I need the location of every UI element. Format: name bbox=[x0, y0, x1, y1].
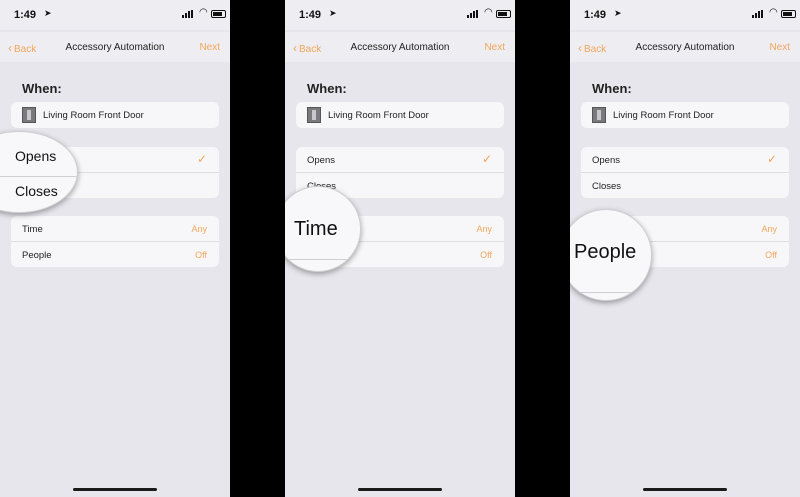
home-indicator bbox=[73, 488, 157, 491]
nav-title: Accessory Automation bbox=[65, 42, 165, 53]
location-icon: ➤ bbox=[44, 8, 52, 18]
phone-screen-1: 1:49 ➤ ◠ ‹ Back Accessory Automation Next… bbox=[0, 0, 230, 497]
status-bar: 1:49 ➤ ◠ bbox=[570, 0, 800, 30]
signal-icon bbox=[467, 10, 481, 18]
checkmark-icon: ✓ bbox=[766, 152, 777, 166]
device-name: Living Room Front Door bbox=[328, 110, 429, 121]
magnifier-callout: Time bbox=[285, 186, 361, 272]
status-bar: 1:49 ➤ ◠ bbox=[285, 0, 515, 30]
event-opens[interactable]: Opens ✓ bbox=[581, 147, 789, 172]
nav-bar: ‹ Back Accessory Automation Next bbox=[285, 32, 515, 62]
battery-icon bbox=[496, 10, 511, 18]
nav-bar: ‹ Back Accessory Automation Next bbox=[570, 32, 800, 62]
event-opens[interactable]: Opens ✓ bbox=[296, 147, 504, 172]
status-time: 1:49 bbox=[299, 9, 322, 21]
when-heading: When: bbox=[307, 81, 347, 96]
home-indicator bbox=[643, 488, 727, 491]
signal-icon bbox=[182, 10, 196, 18]
magnifier-callout: Opens Closes bbox=[0, 131, 78, 213]
location-icon: ➤ bbox=[614, 8, 622, 18]
device-name: Living Room Front Door bbox=[43, 110, 144, 121]
door-icon bbox=[22, 107, 36, 123]
wifi-icon: ◠ bbox=[199, 7, 208, 18]
phone-screen-3: 1:49 ➤ ◠ ‹ Back Accessory Automation Next… bbox=[570, 0, 800, 497]
event-closes[interactable]: Closes bbox=[581, 172, 789, 198]
events-list: Opens ✓ Closes bbox=[581, 147, 789, 198]
condition-time[interactable]: Time Any bbox=[11, 216, 219, 241]
next-button[interactable]: Next bbox=[769, 42, 790, 53]
condition-people[interactable]: People Off bbox=[11, 241, 219, 267]
door-icon bbox=[307, 107, 321, 123]
status-bar: 1:49 ➤ ◠ bbox=[0, 0, 230, 30]
wifi-icon: ◠ bbox=[769, 7, 778, 18]
location-icon: ➤ bbox=[329, 8, 337, 18]
nav-bar: ‹ Back Accessory Automation Next bbox=[0, 32, 230, 62]
wifi-icon: ◠ bbox=[484, 7, 493, 18]
next-button[interactable]: Next bbox=[199, 42, 220, 53]
next-button[interactable]: Next bbox=[484, 42, 505, 53]
when-heading: When: bbox=[22, 81, 62, 96]
status-time: 1:49 bbox=[584, 9, 607, 21]
device-row[interactable]: Living Room Front Door bbox=[11, 102, 219, 128]
home-indicator bbox=[358, 488, 442, 491]
device-row[interactable]: Living Room Front Door bbox=[581, 102, 789, 128]
battery-icon bbox=[781, 10, 796, 18]
door-icon bbox=[592, 107, 606, 123]
nav-title: Accessory Automation bbox=[350, 42, 450, 53]
checkmark-icon: ✓ bbox=[481, 152, 492, 166]
when-heading: When: bbox=[592, 81, 632, 96]
device-row[interactable]: Living Room Front Door bbox=[296, 102, 504, 128]
phone-screen-2: 1:49 ➤ ◠ ‹ Back Accessory Automation Next… bbox=[285, 0, 515, 497]
magnifier-callout: People bbox=[570, 209, 652, 301]
device-name: Living Room Front Door bbox=[613, 110, 714, 121]
battery-icon bbox=[211, 10, 226, 18]
signal-icon bbox=[752, 10, 766, 18]
status-time: 1:49 bbox=[14, 9, 37, 21]
checkmark-icon: ✓ bbox=[196, 152, 207, 166]
conditions-list: Time Any People Off bbox=[11, 216, 219, 267]
nav-title: Accessory Automation bbox=[635, 42, 735, 53]
